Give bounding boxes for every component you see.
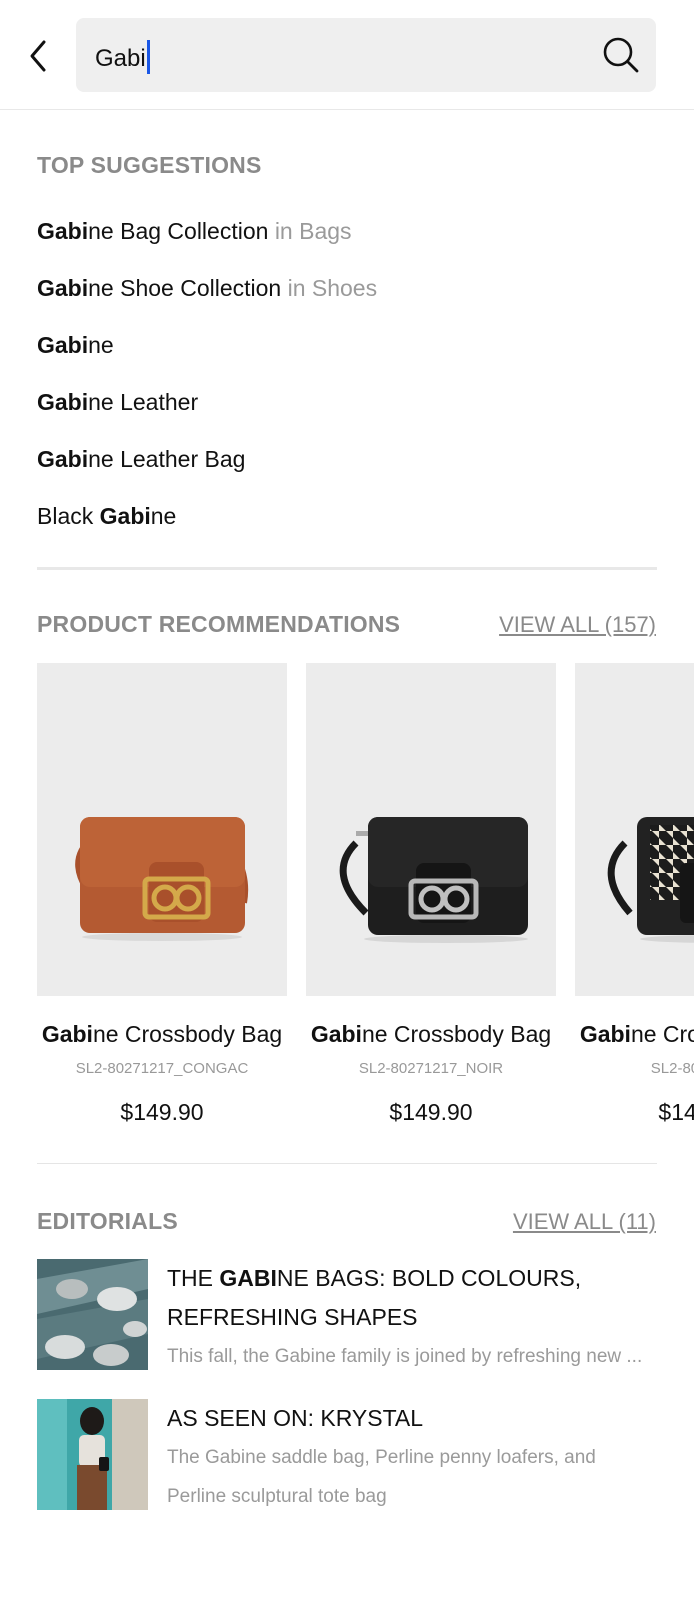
editorial-description: The Gabine saddle bag, Perline penny loa… — [167, 1447, 596, 1468]
back-button[interactable] — [22, 36, 54, 76]
search-icon — [603, 37, 639, 73]
product-card[interactable]: Gabine Crossbody Bag SL2-80271217 $149.9… — [575, 663, 694, 1126]
product-sku: SL2-80271217_NOIR — [358, 1060, 504, 1077]
view-all-editorials-link[interactable]: VIEW ALL (11) — [513, 1209, 656, 1235]
search-input[interactable]: Gabi — [76, 18, 656, 92]
suggestion-item[interactable]: Gabine Shoe Collection in Shoes — [37, 275, 377, 302]
section-divider — [37, 1163, 657, 1164]
editorial-description: This fall, the Gabine family is joined b… — [167, 1346, 643, 1367]
editorial-item[interactable]: THE GABINE BAGS: BOLD COLOURS, REFRESHIN… — [37, 1259, 657, 1371]
editorial-title-line-2: REFRESHING SHAPES — [167, 1304, 418, 1330]
editorial-title: AS SEEN ON: KRYSTAL — [167, 1405, 424, 1431]
product-name: Gabine Crossbody Bag — [579, 1021, 694, 1047]
top-bar: Gabi — [0, 0, 694, 110]
suggestion-item[interactable]: Black Gabine — [37, 503, 176, 530]
suggestion-item[interactable]: Gabine Bag Collection in Bags — [37, 218, 352, 245]
product-name: Gabine Crossbody Bag — [310, 1021, 552, 1047]
view-all-products-link[interactable]: VIEW ALL (157) — [499, 612, 656, 638]
search-button[interactable] — [600, 34, 642, 76]
product-image — [575, 663, 694, 996]
section-divider — [37, 567, 657, 570]
product-price: $149.90 — [120, 1099, 204, 1125]
product-carousel[interactable]: Gabine Crossbody Bag SL2-80271217_CONGAC… — [0, 650, 694, 1150]
chevron-left-icon — [30, 40, 46, 72]
editorial-item[interactable]: AS SEEN ON: KRYSTAL The Gabine saddle ba… — [37, 1399, 657, 1511]
editorial-thumbnail — [37, 1259, 148, 1370]
product-card[interactable]: Gabine Crossbody Bag SL2-80271217_NOIR $… — [306, 663, 556, 1126]
editorials-title: EDITORIALS — [37, 1208, 178, 1234]
product-card[interactable]: Gabine Crossbody Bag SL2-80271217_CONGAC… — [37, 663, 287, 1126]
suggestion-item[interactable]: Gabine Leather Bag — [37, 446, 245, 473]
top-suggestions-title: TOP SUGGESTIONS — [37, 152, 262, 178]
suggestion-item[interactable]: Gabine — [37, 332, 114, 359]
product-name: Gabine Crossbody Bag — [41, 1021, 283, 1047]
product-sku: SL2-80271217 — [650, 1060, 694, 1077]
product-sku: SL2-80271217_CONGAC — [75, 1060, 249, 1077]
suggestion-item[interactable]: Gabine Leather — [37, 389, 198, 416]
product-price: $149.90 — [389, 1099, 473, 1125]
editorial-thumbnail — [37, 1399, 148, 1510]
search-query[interactable]: Gabi — [95, 40, 150, 74]
product-price: $149.90 — [658, 1099, 694, 1125]
editorial-description-line-2: Perline sculptural tote bag — [167, 1486, 387, 1507]
editorial-title: THE GABINE BAGS: BOLD COLOURS, — [167, 1265, 582, 1291]
product-recommendations-title: PRODUCT RECOMMENDATIONS — [37, 611, 401, 637]
text-caret — [146, 40, 150, 74]
product-image — [37, 663, 287, 996]
product-image — [306, 663, 556, 996]
